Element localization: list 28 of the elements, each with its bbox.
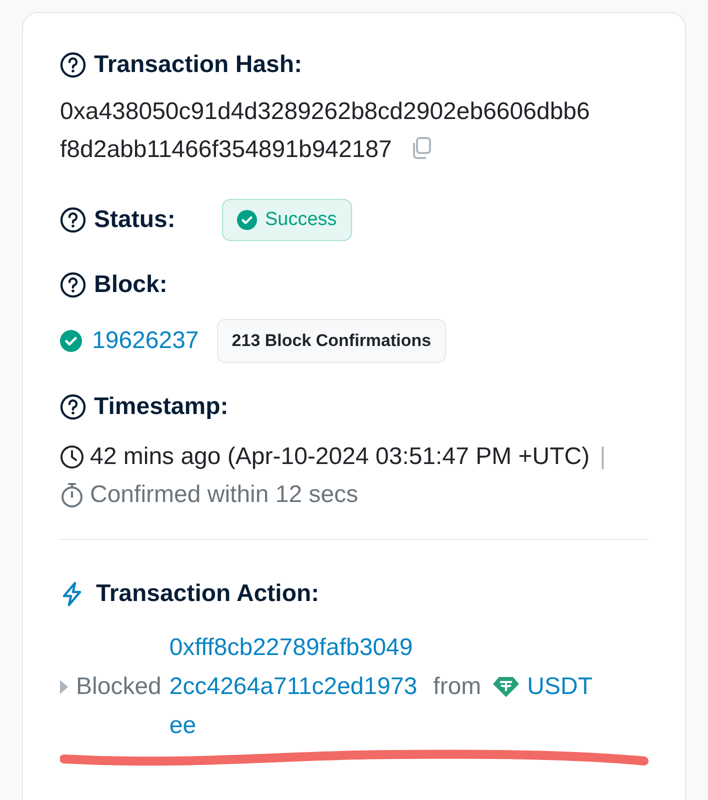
token-icon	[493, 676, 520, 698]
clock-icon	[60, 445, 84, 469]
lightning-icon	[60, 581, 84, 607]
help-icon	[60, 272, 86, 298]
stopwatch-icon	[60, 482, 84, 508]
check-circle-icon	[60, 330, 82, 352]
help-icon	[60, 207, 86, 233]
check-circle-icon	[237, 210, 257, 230]
field-label: Transaction Hash:	[94, 51, 302, 79]
field-label: Status:	[94, 206, 176, 234]
caret-icon	[60, 680, 68, 694]
transaction-hash-line: f8d2abb11466f354891b942187	[60, 136, 392, 163]
address-link[interactable]: 0xfff8cb22789fafb3049 2cc4264a711c2ed1973 ee	[169, 628, 418, 745]
confirmation-time: Confirmed within 12 secs	[90, 481, 358, 509]
block-link[interactable]: 19626237	[92, 327, 199, 355]
help-icon	[60, 52, 86, 78]
timestamp-text: 42 mins ago (Apr-10-2024 03:51:47 PM +UTC)	[90, 443, 590, 471]
field-label: Timestamp:	[94, 393, 228, 421]
separator: |	[600, 443, 606, 471]
help-icon	[60, 394, 86, 420]
from-text: from	[433, 672, 482, 700]
field-label: Transaction Action:	[96, 580, 320, 608]
token-link[interactable]: USDT	[527, 672, 593, 700]
status-badge: Success	[222, 199, 352, 241]
field-label: Block:	[94, 271, 168, 299]
confirmations-badge: 213 Block Confirmations	[216, 319, 446, 363]
transaction-hash-line: 0xa438050c91d4d3289262b8cd2902eb6606dbb6	[60, 98, 590, 125]
action-verb: Blocked	[76, 672, 162, 700]
